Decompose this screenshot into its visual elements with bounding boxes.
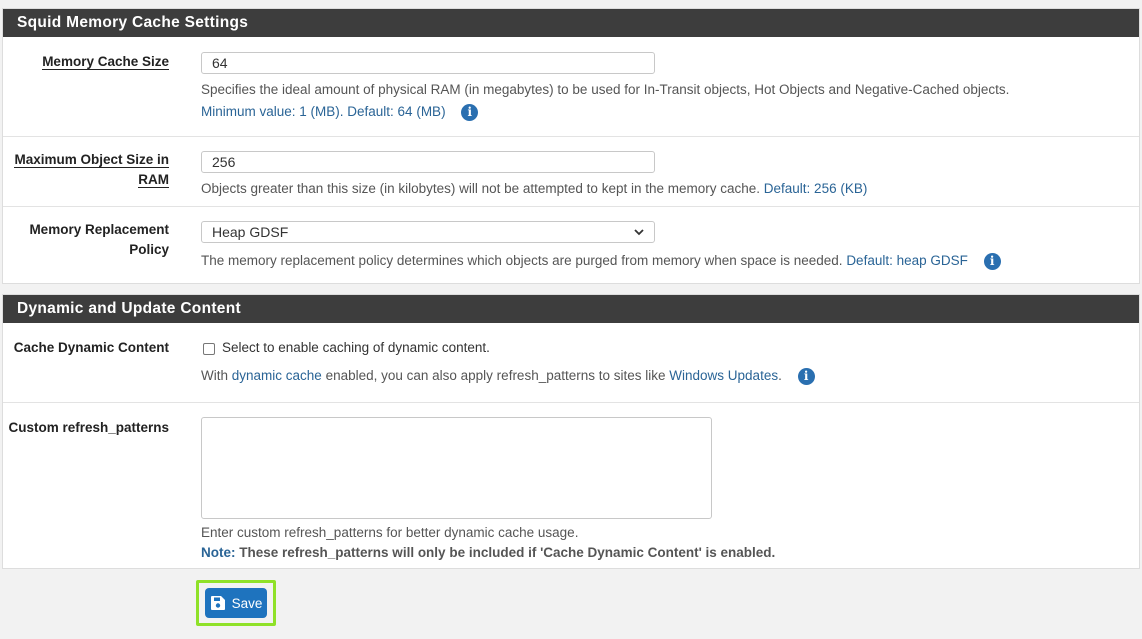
chevron-down-icon <box>634 228 644 235</box>
replacement-policy-select[interactable]: Heap GDSF <box>201 221 655 243</box>
max-object-size-label[interactable]: Maximum Object Size in RAM <box>14 150 169 190</box>
default-value-text: Minimum value: 1 (MB). Default: 64 (MB) <box>201 104 446 119</box>
replacement-policy-help: The memory replacement policy determines… <box>201 252 1001 270</box>
memory-cache-size-default: Minimum value: 1 (MB). Default: 64 (MB) … <box>201 103 479 121</box>
panel-heading: Dynamic and Update Content <box>3 295 1139 323</box>
dynamic-cache-link[interactable]: dynamic cache <box>232 368 322 383</box>
cache-dynamic-help: With dynamic cache enabled, you can also… <box>201 367 815 385</box>
info-icon[interactable]: i <box>797 367 815 385</box>
cache-dynamic-checkbox[interactable] <box>203 343 215 355</box>
cache-dynamic-label: Cache Dynamic Content <box>13 340 169 355</box>
max-object-size-input[interactable]: 256 <box>201 151 655 173</box>
custom-refresh-textarea[interactable] <box>201 417 712 519</box>
memory-cache-size-row: Memory Cache Size 64 Specifies the ideal… <box>3 37 1139 136</box>
custom-refresh-note: Note: These refresh_patterns will only b… <box>201 545 776 560</box>
replacement-policy-row: Memory Replacement Policy Heap GDSF The … <box>3 206 1139 285</box>
memory-cache-size-input[interactable]: 64 <box>201 52 655 74</box>
memory-cache-size-help: Specifies the ideal amount of physical R… <box>201 82 1010 97</box>
custom-refresh-row: Custom refresh_patterns Enter custom ref… <box>3 402 1139 570</box>
dynamic-content-panel: Dynamic and Update Content Cache Dynamic… <box>2 294 1140 569</box>
custom-refresh-help: Enter custom refresh_patterns for better… <box>201 525 579 540</box>
memory-cache-panel: Squid Memory Cache Settings Memory Cache… <box>2 8 1140 284</box>
save-button-highlight: Save <box>196 580 276 626</box>
max-object-size-help: Objects greater than this size (in kilob… <box>201 181 868 196</box>
info-icon[interactable]: i <box>983 252 1001 270</box>
cache-dynamic-checkbox-text: Select to enable caching of dynamic cont… <box>222 340 490 355</box>
panel-heading: Squid Memory Cache Settings <box>3 9 1139 37</box>
max-object-size-row: Maximum Object Size in RAM 256 Objects g… <box>3 136 1139 206</box>
custom-refresh-label: Custom refresh_patterns <box>8 420 169 435</box>
cache-dynamic-row: Cache Dynamic Content Select to enable c… <box>3 323 1139 402</box>
replacement-policy-label: Memory Replacement Policy <box>29 222 169 257</box>
info-icon[interactable]: i <box>461 103 479 121</box>
windows-updates-link[interactable]: Windows Updates <box>669 368 778 383</box>
save-button[interactable]: Save <box>205 588 267 618</box>
floppy-disk-icon <box>210 596 225 610</box>
memory-cache-size-label[interactable]: Memory Cache Size <box>42 52 169 72</box>
